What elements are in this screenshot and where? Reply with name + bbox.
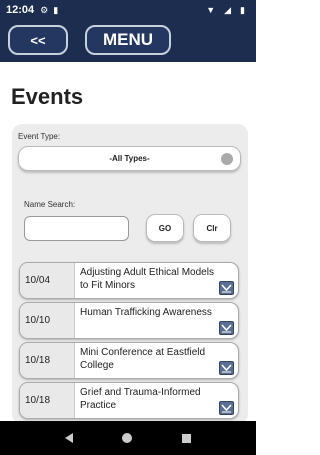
name-search-label: Name Search: <box>24 200 76 209</box>
event-row[interactable]: 10/18 Grief and Trauma-Informed Practice <box>19 382 239 419</box>
app-header: << MENU <box>0 20 256 62</box>
signal-icon: ◢ <box>224 4 232 15</box>
back-button[interactable]: << <box>8 25 68 55</box>
event-row[interactable]: 10/18 Mini Conference at Eastfield Colle… <box>19 342 239 379</box>
expand-chevron-icon[interactable] <box>219 281 234 295</box>
event-type-value: -All Types- <box>109 154 150 163</box>
event-row[interactable]: 10/10 Human Trafficking Awareness <box>19 302 239 339</box>
clear-button[interactable]: Clr <box>193 214 231 242</box>
select-indicator-icon <box>221 153 233 165</box>
event-type-select[interactable]: -All Types- <box>18 146 241 171</box>
status-time: 12:04 <box>6 4 35 16</box>
page-title: Events <box>11 84 84 109</box>
name-search-input[interactable] <box>24 216 129 241</box>
event-row[interactable]: 10/04 Adjusting Adult Ethical Models to … <box>19 262 239 299</box>
event-name: Grief and Trauma-Informed Practice <box>80 387 201 411</box>
battery-icon: ▮ <box>240 4 245 15</box>
event-date: 10/18 <box>20 343 75 378</box>
event-name: Human Trafficking Awareness <box>80 307 212 318</box>
event-date: 10/04 <box>20 263 75 298</box>
events-panel: Event Type: -All Types- Name Search: GO … <box>12 124 248 424</box>
event-type-label: Event Type: <box>18 132 61 141</box>
menu-button[interactable]: MENU <box>85 25 171 55</box>
system-nav-bar <box>0 421 256 455</box>
expand-chevron-icon[interactable] <box>219 401 234 415</box>
status-bar: 12:04 ⚙ ▮ ▼ ◢ ▮ <box>0 0 256 20</box>
system-recents-icon[interactable] <box>182 433 192 443</box>
sim-card-icon: ▮ <box>53 4 59 15</box>
system-home-icon[interactable] <box>122 433 133 443</box>
event-name: Adjusting Adult Ethical Models to Fit Mi… <box>80 267 214 291</box>
event-date: 10/18 <box>20 383 75 418</box>
go-button[interactable]: GO <box>146 214 184 242</box>
wifi-icon: ▼ <box>206 5 216 15</box>
expand-chevron-icon[interactable] <box>219 321 234 335</box>
event-name: Mini Conference at Eastfield College <box>80 347 206 371</box>
gear-icon: ⚙ <box>40 4 49 15</box>
events-list: 10/04 Adjusting Adult Ethical Models to … <box>19 262 239 422</box>
system-back-icon[interactable] <box>64 433 73 443</box>
expand-chevron-icon[interactable] <box>219 361 234 375</box>
event-date: 10/10 <box>20 303 75 338</box>
